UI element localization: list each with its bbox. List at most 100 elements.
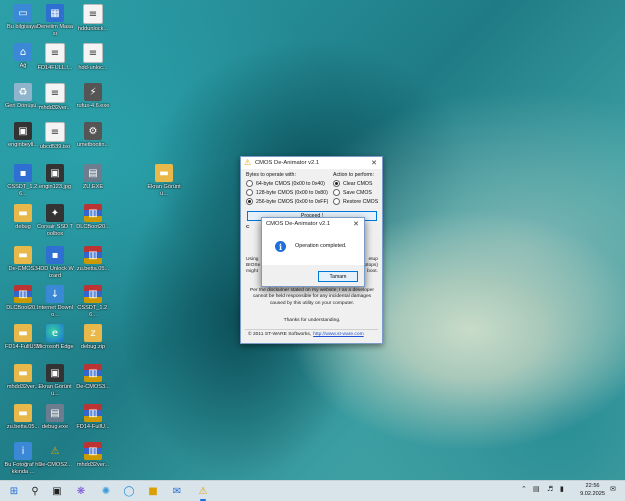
- image-icon: ▣: [46, 364, 64, 382]
- desktop-icon-label: umetbootin...: [76, 142, 110, 148]
- search-icon[interactable]: ⚲: [28, 484, 42, 498]
- radio-label: Restore CMOS: [343, 198, 379, 205]
- task-view-icon[interactable]: ▣: [50, 484, 64, 498]
- popup-titlebar[interactable]: CMOS De-Animator v2.1 ✕: [262, 218, 364, 230]
- warning-icon: ⚠: [244, 158, 252, 167]
- system-clock[interactable]: 22:56 9.02.2025: [580, 483, 605, 498]
- disclaimer-text: Per the disclaimer stated on my website,…: [250, 288, 374, 306]
- radio-label: Clear CMOS: [343, 180, 373, 187]
- desktop-icon[interactable]: ≡ mhdd32ver...: [36, 83, 74, 112]
- volume-icon[interactable]: ♬: [547, 485, 553, 493]
- copilot-icon[interactable]: ✺: [99, 484, 113, 498]
- radio-circle[interactable]: [333, 198, 340, 205]
- folder-icon: ▬: [14, 324, 32, 342]
- desktop-icon-label: Microsoft Edge: [36, 344, 74, 350]
- desktop-icon[interactable]: ▤ debug.exe: [36, 404, 74, 431]
- desktop-icon-label: debug.exe: [41, 424, 69, 430]
- windows-icon[interactable]: ⊞: [7, 484, 21, 498]
- desktop-icon[interactable]: z debug.zip: [74, 324, 112, 351]
- control-panel-icon: ▦: [46, 4, 64, 22]
- desktop-icon[interactable]: ▦ Denetim Masası: [36, 4, 74, 37]
- exe-icon: ▤: [84, 164, 102, 182]
- close-icon[interactable]: ✕: [348, 218, 364, 230]
- radio-256-byte[interactable]: 256-byte CMOS (0x00 to 0xFF): [246, 198, 328, 205]
- edge-icon: e: [46, 324, 64, 342]
- archive-icon: ▥: [84, 285, 102, 303]
- desktop-icon[interactable]: ✦ Corsair SSD Toolbox: [36, 204, 74, 237]
- bytes-heading: Bytes to operate with:: [246, 172, 296, 178]
- desktop-icon[interactable]: ≡ FD14FULL.l...: [36, 43, 74, 72]
- popup-message: Operation completed.: [295, 243, 347, 249]
- file-icon: ≡: [83, 43, 103, 63]
- desktop-icon-label: De-CMOS2...: [38, 462, 72, 468]
- clock-date: 9.02.2025: [580, 490, 605, 497]
- radio-circle[interactable]: [246, 198, 253, 205]
- close-icon[interactable]: ✕: [366, 157, 382, 169]
- desktop-icon[interactable]: ▥ De-CMOS3...: [74, 364, 112, 391]
- network-icon[interactable]: ▤: [533, 485, 540, 493]
- radio-64-byte[interactable]: 64-byte CMOS (0x00 to 0x40): [246, 180, 325, 187]
- zip-icon: z: [84, 324, 102, 342]
- desktop-icon[interactable]: ⚠ De-CMOS2...: [36, 442, 74, 469]
- text-line: might: [246, 269, 258, 274]
- computer-icon: ▭: [14, 4, 32, 22]
- desktop-icon[interactable]: ≡ hddunlock...: [74, 4, 112, 33]
- desktop-icon[interactable]: ↓ Internet Downlo...: [36, 285, 74, 318]
- desktop-icon[interactable]: ▥ zu.betta.05...: [74, 246, 112, 273]
- desktop-icon[interactable]: ▤ ZU.EXE: [74, 164, 112, 191]
- desktop-icon[interactable]: e Microsoft Edge: [36, 324, 74, 351]
- usb-icon: ⚡: [84, 83, 102, 101]
- cmos-app-icon[interactable]: ⚠: [196, 484, 210, 501]
- chevron-up-icon[interactable]: ⌃: [521, 485, 527, 493]
- main-window-title: CMOS De-Animator v2.1: [255, 160, 320, 166]
- desktop-icon[interactable]: ▣ Ekran Görüntü...: [36, 364, 74, 397]
- desktop-icon[interactable]: ≡ hdd-unloc...: [74, 43, 112, 72]
- battery-icon[interactable]: ▮: [560, 485, 564, 493]
- radio-save-cmos[interactable]: Save CMOS: [333, 189, 372, 196]
- desktop-icon-label: De-CMOS3...: [76, 384, 110, 390]
- website-link[interactable]: http://www.st-ware.com: [313, 332, 364, 337]
- desktop-icon[interactable]: ▣ engin123.jpg: [36, 164, 74, 191]
- app-icon: ▪: [14, 164, 32, 182]
- desktop-icon-label: ubcd539.iso: [39, 144, 71, 150]
- desktop-icon[interactable]: ⚡ rufus-4.6.exe: [74, 83, 112, 110]
- radio-128-byte[interactable]: 128-byte CMOS (0x00 to 0x80): [246, 189, 328, 196]
- desktop-icon[interactable]: ▥ FD14-FullU...: [74, 404, 112, 431]
- file-icon: ≡: [45, 43, 65, 63]
- separator: [245, 329, 378, 330]
- desktop-icon-label: Corsair SSD Toolbox: [37, 224, 73, 237]
- file-explorer-icon[interactable]: ■: [146, 484, 160, 498]
- radio-circle[interactable]: [246, 189, 253, 196]
- edge-icon[interactable]: ◯: [122, 484, 136, 498]
- info-icon: i: [14, 442, 32, 460]
- info-icon: i: [275, 241, 286, 252]
- partial-text-right: etup ptops) boot.: [364, 257, 378, 275]
- folder-icon: ▬: [14, 204, 32, 222]
- desktop-icon-label: Denetim Masası: [36, 24, 74, 37]
- radio-restore-cmos[interactable]: Restore CMOS: [333, 198, 378, 205]
- desktop-icon-label: Internet Downlo...: [36, 305, 74, 318]
- desktop-icon-label: HDD Unlock Wizard: [36, 266, 74, 279]
- desktop-icon[interactable]: ▪ HDD Unlock Wizard: [36, 246, 74, 279]
- widgets-icon[interactable]: ❋: [74, 484, 88, 498]
- footer: © 2011 ST-WARE Softworks, http://www.st-…: [248, 332, 364, 337]
- image-icon: ▣: [46, 164, 64, 182]
- desktop-icon[interactable]: ▥ mhdd32ver...: [74, 442, 112, 469]
- radio-circle[interactable]: [246, 180, 253, 187]
- desktop-icon-label: hdd-unloc...: [78, 65, 108, 71]
- desktop-icon-label: Ekran Görüntü...: [38, 384, 72, 397]
- radio-circle[interactable]: [333, 189, 340, 196]
- radio-circle[interactable]: [333, 180, 340, 187]
- ok-button[interactable]: Tamam: [318, 271, 358, 282]
- radio-clear-cmos[interactable]: Clear CMOS: [333, 180, 372, 187]
- archive-icon: ▥: [14, 285, 32, 303]
- notification-icon[interactable]: ✉: [610, 485, 616, 493]
- mail-icon[interactable]: ✉: [170, 484, 184, 498]
- desktop-icon[interactable]: ▥ DLCBoot20...: [74, 204, 112, 231]
- desktop-icon[interactable]: ▬ Ekran Görüntü...: [145, 164, 183, 197]
- desktop-icon[interactable]: ≡ ubcd539.iso: [36, 122, 74, 151]
- main-titlebar[interactable]: ⚠ CMOS De-Animator v2.1 ✕: [241, 157, 382, 169]
- desktop-icon[interactable]: ▥ CSSDT_1.2.6...: [74, 285, 112, 318]
- folder-icon: ▬: [14, 246, 32, 264]
- desktop-icon[interactable]: ⚙ umetbootin...: [74, 122, 112, 149]
